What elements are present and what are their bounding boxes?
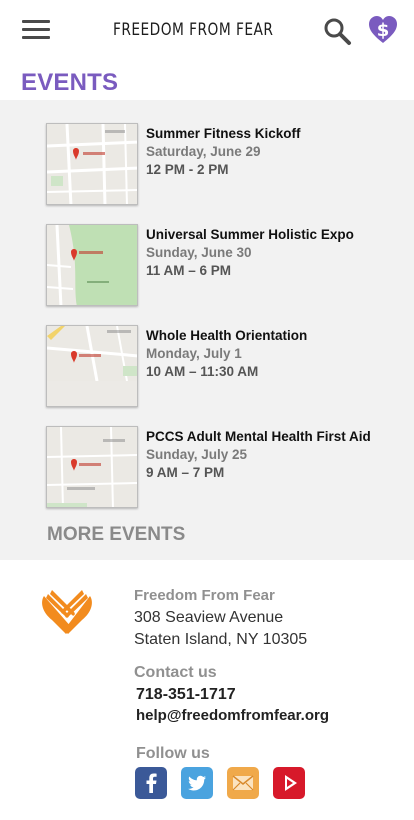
event-time: 10 AM – 11:30 AM: [146, 364, 259, 379]
event-title[interactable]: Summer Fitness Kickoff: [146, 125, 408, 143]
contact-heading: Contact us: [134, 664, 217, 681]
org-logo-hands-heart-icon: [38, 588, 96, 638]
email-link[interactable]: help@freedomfromfear.org: [136, 707, 329, 724]
svg-text:$: $: [377, 20, 390, 41]
event-title[interactable]: Whole Health Orientation: [146, 327, 408, 345]
email-icon[interactable]: [227, 767, 259, 799]
org-name: Freedom From Fear: [134, 587, 275, 604]
event-map-thumbnail[interactable]: [46, 325, 138, 407]
event-map-thumbnail[interactable]: [46, 224, 138, 306]
event-map-thumbnail[interactable]: [46, 123, 138, 205]
event-date: Sunday, June 30: [146, 245, 252, 260]
youtube-icon[interactable]: [273, 767, 305, 799]
event-time: 12 PM - 2 PM: [146, 162, 229, 177]
twitter-icon[interactable]: [181, 767, 213, 799]
event-time: 11 AM – 6 PM: [146, 263, 232, 278]
event-item[interactable]: Universal Summer Holistic Expo Sunday, J…: [46, 224, 406, 308]
events-list: Summer Fitness Kickoff Saturday, June 29…: [0, 100, 414, 560]
event-item[interactable]: PCCS Adult Mental Health First Aid Sunda…: [46, 426, 406, 510]
event-date: Monday, July 1: [146, 346, 242, 361]
event-item[interactable]: Summer Fitness Kickoff Saturday, June 29…: [46, 123, 406, 207]
event-date: Saturday, June 29: [146, 144, 261, 159]
address-line-2: Staten Island, NY 10305: [134, 631, 308, 648]
more-events-link[interactable]: MORE EVENTS: [47, 524, 185, 546]
page-title: EVENTS: [21, 69, 119, 96]
event-title[interactable]: Universal Summer Holistic Expo: [146, 226, 408, 244]
event-map-thumbnail[interactable]: [46, 426, 138, 508]
heart-dollar-icon[interactable]: $: [367, 14, 399, 46]
phone-link[interactable]: 718-351-1717: [136, 686, 236, 704]
facebook-icon[interactable]: [135, 767, 167, 799]
event-item[interactable]: Whole Health Orientation Monday, July 1 …: [46, 325, 406, 409]
event-time: 9 AM – 7 PM: [146, 465, 225, 480]
brand-title[interactable]: FREEDOM FROM FEAR: [113, 20, 273, 40]
follow-heading: Follow us: [136, 745, 210, 762]
hamburger-menu-icon[interactable]: [22, 20, 50, 40]
event-title[interactable]: PCCS Adult Mental Health First Aid: [146, 428, 408, 446]
search-icon[interactable]: [322, 16, 352, 46]
event-date: Sunday, July 25: [146, 447, 248, 462]
address-line-1: 308 Seaview Avenue: [134, 609, 284, 626]
top-bar: FREEDOM FROM FEAR $: [0, 0, 414, 62]
